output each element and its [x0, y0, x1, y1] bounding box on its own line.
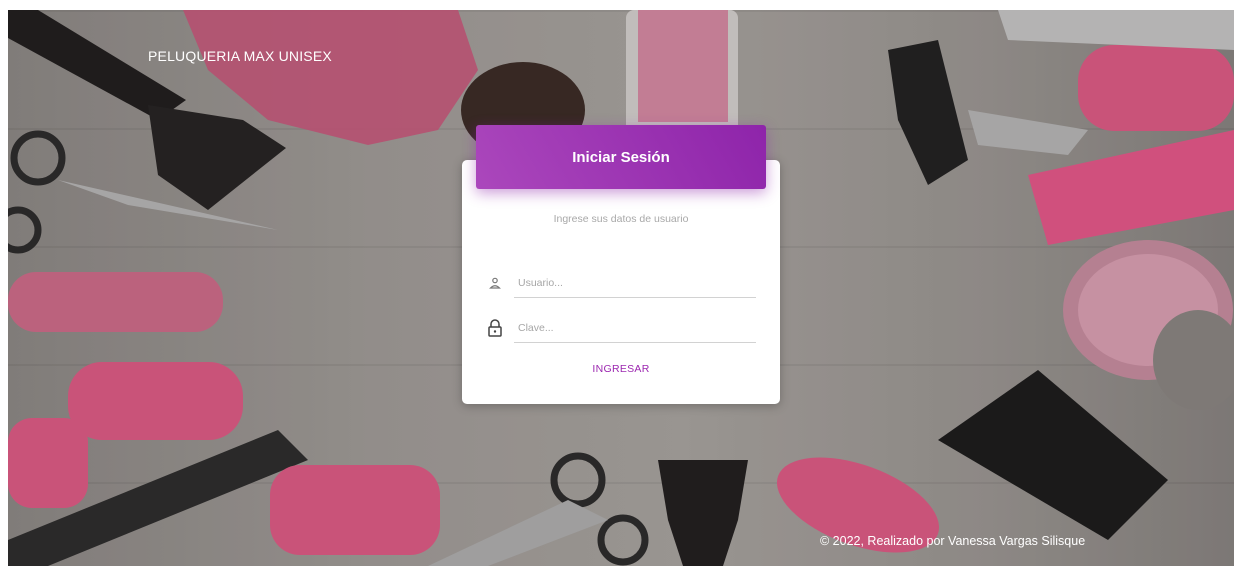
password-input[interactable] [514, 316, 760, 340]
login-subtitle: Ingrese sus datos de usuario [553, 213, 689, 225]
footer-copyright: © 2022, Realizado por Vanessa Vargas Sil… [820, 534, 1086, 548]
brand-title: PELUQUERIA MAX UNISEX [148, 48, 332, 64]
username-underline [514, 297, 756, 298]
login-title: Iniciar Sesión [572, 148, 670, 166]
username-field [486, 268, 760, 298]
user-icon [486, 274, 504, 292]
login-card-header: Iniciar Sesión [476, 125, 766, 189]
login-button[interactable]: INGRESAR [560, 356, 682, 382]
username-input[interactable] [514, 271, 760, 295]
password-underline [514, 342, 756, 343]
lock-icon [486, 319, 504, 337]
password-field [486, 313, 760, 343]
